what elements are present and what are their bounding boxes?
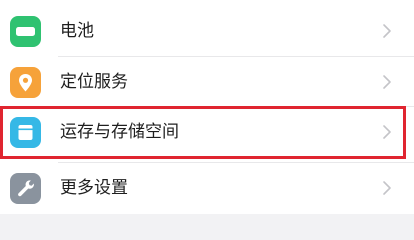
settings-item-label: 运存与存储空间 [60,122,179,142]
chevron-right-icon [380,72,394,92]
settings-item-storage[interactable]: 运存与存储空间 [0,107,414,157]
settings-item-label: 定位服务 [60,72,128,92]
chevron-right-icon [380,122,394,142]
storage-icon [10,117,41,148]
chevron-right-icon [380,21,394,41]
settings-list: 电池 定位服务 运存与存储空间 更多设置 [0,0,414,214]
settings-item-label: 电池 [60,21,94,41]
settings-item-battery[interactable]: 电池 [0,6,414,56]
chevron-right-icon [380,178,394,198]
battery-icon [10,16,41,47]
settings-item-location[interactable]: 定位服务 [0,57,414,107]
settings-item-more[interactable]: 更多设置 [0,163,414,213]
wrench-icon [10,173,41,204]
settings-item-label: 更多设置 [60,178,128,198]
location-pin-icon [10,67,41,98]
